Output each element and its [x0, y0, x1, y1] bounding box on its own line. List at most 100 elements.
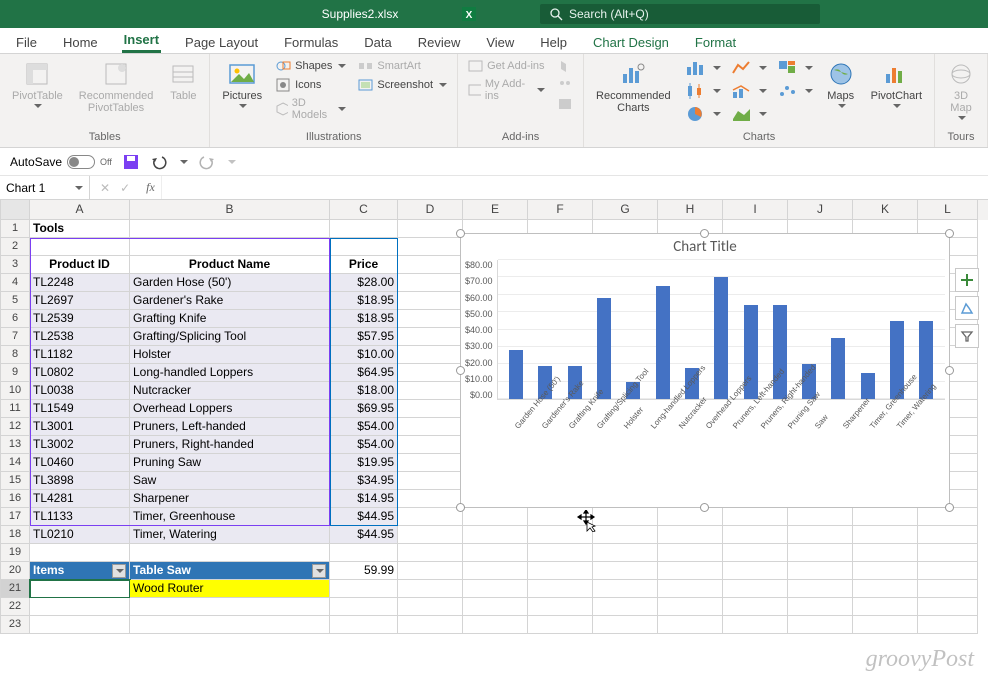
- cell[interactable]: Product ID: [30, 256, 130, 274]
- recommended-pivottables-button[interactable]: Recommended PivotTables: [75, 58, 158, 116]
- row-header[interactable]: 23: [0, 616, 30, 634]
- column-chart-button[interactable]: [683, 58, 723, 78]
- cell[interactable]: [723, 508, 788, 526]
- cell[interactable]: TL3001: [30, 418, 130, 436]
- redo-icon[interactable]: [198, 153, 216, 171]
- cell[interactable]: $18.95: [330, 310, 398, 328]
- row-header[interactable]: 22: [0, 598, 30, 616]
- chart-plot-area[interactable]: [497, 260, 945, 400]
- chart-bar[interactable]: [714, 277, 728, 399]
- cell[interactable]: TL2697: [30, 292, 130, 310]
- cell[interactable]: TL0460: [30, 454, 130, 472]
- cell[interactable]: Timer, Watering: [130, 526, 330, 544]
- row-header[interactable]: 18: [0, 526, 30, 544]
- search-box[interactable]: Search (Alt+Q): [540, 4, 820, 24]
- col-header-f[interactable]: F: [528, 200, 593, 220]
- cell[interactable]: Price: [330, 256, 398, 274]
- bing-maps-addin[interactable]: [555, 58, 575, 74]
- cell[interactable]: [130, 238, 330, 256]
- cell[interactable]: [130, 598, 330, 616]
- cell[interactable]: [398, 454, 463, 472]
- cell[interactable]: [658, 544, 723, 562]
- cell[interactable]: [723, 526, 788, 544]
- my-addins-button[interactable]: My Add-ins: [466, 77, 547, 103]
- cell[interactable]: [398, 220, 463, 238]
- cell[interactable]: [593, 598, 658, 616]
- cell[interactable]: [463, 580, 528, 598]
- cell[interactable]: [788, 598, 853, 616]
- row-header[interactable]: 6: [0, 310, 30, 328]
- cell[interactable]: Product Name: [130, 256, 330, 274]
- cell[interactable]: [398, 436, 463, 454]
- cell[interactable]: TL2539: [30, 310, 130, 328]
- cell[interactable]: [853, 526, 918, 544]
- cell[interactable]: [593, 508, 658, 526]
- tab-view[interactable]: View: [484, 31, 516, 53]
- cell[interactable]: [398, 508, 463, 526]
- chart-elements-button[interactable]: [955, 268, 979, 292]
- cell[interactable]: $28.00: [330, 274, 398, 292]
- row-header[interactable]: 9: [0, 364, 30, 382]
- cell[interactable]: TL1549: [30, 400, 130, 418]
- chart-bar[interactable]: [597, 298, 611, 399]
- tab-format[interactable]: Format: [693, 31, 738, 53]
- tab-page-layout[interactable]: Page Layout: [183, 31, 260, 53]
- cell[interactable]: [658, 508, 723, 526]
- cell[interactable]: [398, 526, 463, 544]
- cell[interactable]: [463, 598, 528, 616]
- cell[interactable]: $57.95: [330, 328, 398, 346]
- cell[interactable]: Nutcracker: [130, 382, 330, 400]
- tab-insert[interactable]: Insert: [122, 28, 161, 53]
- cell[interactable]: [788, 544, 853, 562]
- cell[interactable]: [330, 580, 398, 598]
- cell[interactable]: $44.95: [330, 526, 398, 544]
- col-header-a[interactable]: A: [30, 200, 130, 220]
- cell[interactable]: $19.95: [330, 454, 398, 472]
- cell[interactable]: [593, 562, 658, 580]
- col-header-h[interactable]: H: [658, 200, 723, 220]
- row-header[interactable]: 16: [0, 490, 30, 508]
- cell[interactable]: $69.95: [330, 400, 398, 418]
- cell[interactable]: Overhead Loppers: [130, 400, 330, 418]
- row-header[interactable]: 19: [0, 544, 30, 562]
- cell[interactable]: [463, 508, 528, 526]
- cell[interactable]: [398, 292, 463, 310]
- cell[interactable]: TL3898: [30, 472, 130, 490]
- formula-input[interactable]: [161, 176, 988, 199]
- fx-icon[interactable]: fx: [140, 180, 161, 195]
- cell[interactable]: [918, 598, 978, 616]
- col-header-g[interactable]: G: [593, 200, 658, 220]
- cell[interactable]: [723, 544, 788, 562]
- col-header-i[interactable]: I: [723, 200, 788, 220]
- cell[interactable]: Pruning Saw: [130, 454, 330, 472]
- tab-home[interactable]: Home: [61, 31, 100, 53]
- row-header[interactable]: 4: [0, 274, 30, 292]
- table-button[interactable]: Table: [165, 58, 201, 104]
- row-header[interactable]: 13: [0, 436, 30, 454]
- cell[interactable]: TL0038: [30, 382, 130, 400]
- maps-button[interactable]: Maps: [823, 58, 859, 110]
- cell[interactable]: [398, 364, 463, 382]
- cell[interactable]: [788, 562, 853, 580]
- cell[interactable]: [463, 526, 528, 544]
- cell[interactable]: TL3002: [30, 436, 130, 454]
- cell[interactable]: 59.99: [330, 562, 398, 580]
- screenshot-button[interactable]: Screenshot: [356, 77, 449, 93]
- cell[interactable]: [723, 562, 788, 580]
- cell[interactable]: $18.00: [330, 382, 398, 400]
- embedded-chart[interactable]: Chart Title $80.00$70.00$60.00$50.00$40.…: [460, 233, 950, 508]
- row-header[interactable]: 17: [0, 508, 30, 526]
- cell[interactable]: $54.00: [330, 436, 398, 454]
- cell[interactable]: [30, 598, 130, 616]
- col-header-j[interactable]: J: [788, 200, 853, 220]
- cell[interactable]: Wood Router: [130, 580, 330, 598]
- cell[interactable]: [918, 544, 978, 562]
- cell[interactable]: [853, 544, 918, 562]
- cell[interactable]: TL2538: [30, 328, 130, 346]
- icons-button[interactable]: Icons: [274, 77, 348, 93]
- cell[interactable]: [788, 616, 853, 634]
- cell[interactable]: [30, 616, 130, 634]
- 3d-models-button[interactable]: 3D Models: [274, 96, 348, 122]
- cell[interactable]: [130, 616, 330, 634]
- statistic-chart-button[interactable]: [683, 81, 723, 101]
